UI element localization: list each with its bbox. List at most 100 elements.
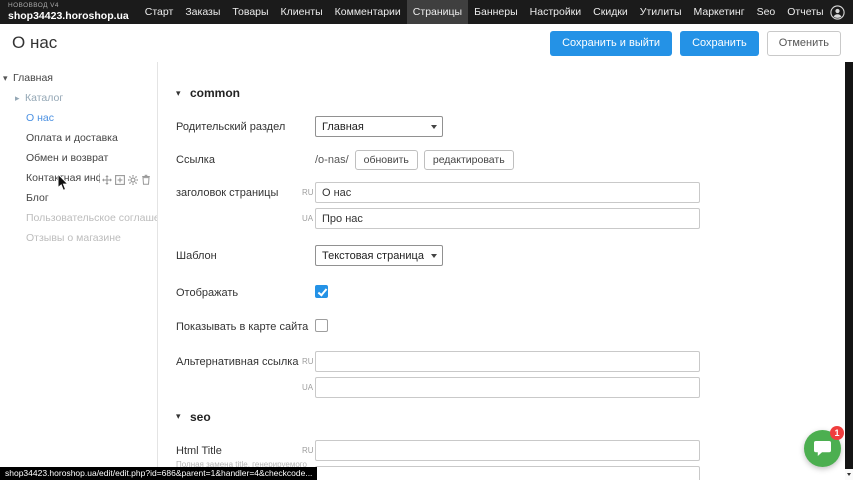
sidebar-item[interactable]: ▸Каталог [0,88,157,108]
link-row: Ссылка /o-nas/ обновить редактировать [176,149,845,170]
template-row: Шаблон Текстовая страница [176,245,845,266]
template-select[interactable]: Текстовая страница [315,245,443,266]
page-header: О нас Сохранить и выйти Сохранить Отмени… [0,24,853,62]
template-controls: Текстовая страница [315,245,443,266]
alt-link-controls: RU UA [315,351,700,398]
topmenu-item[interactable]: Товары [226,0,274,24]
lang-ua-label: UA [302,383,313,392]
alt-link-label: Альтернативная ссылка [176,351,315,369]
page-title-ru-input[interactable] [315,182,700,203]
content: ▾Главная▸КаталогО насОплата и доставкаОб… [0,62,845,480]
topmenu-item[interactable]: Заказы [179,0,226,24]
topmenu-item[interactable]: Отчеты [781,0,829,24]
sidebar-item-label: О нас [26,112,54,124]
html-title-label-text: Html Title [176,444,315,458]
lang-row-ru: RU [315,440,700,461]
link-refresh-button[interactable]: обновить [355,150,418,170]
lang-row-ua: UA [315,377,700,398]
sidebar-item-label: Каталог [25,92,63,104]
link-value: /o-nas/ [315,154,349,166]
section-seo-header[interactable]: ▾ seo [176,410,845,424]
caret-right-icon[interactable]: ▸ [15,88,25,108]
page-title-row: заголовок страницы RU UA [176,182,845,229]
html-title-controls: RU UA [315,440,700,480]
topbar-icons [830,5,853,20]
parent-section-controls: Главная [315,116,443,137]
section-common-header[interactable]: ▾ common [176,86,845,100]
section-common-title: common [190,86,240,100]
trash-icon[interactable] [141,174,151,185]
html-title-ua-input[interactable] [315,466,700,480]
lang-ru-label: RU [302,357,314,366]
sidebar-item-label: Главная [13,72,53,84]
topmenu-item[interactable]: Скидки [587,0,634,24]
topmenu-item[interactable]: Клиенты [275,0,329,24]
topmenu-item[interactable]: Маркетинг [688,0,751,24]
save-button[interactable]: Сохранить [680,31,759,56]
sitemap-controls [315,316,328,332]
account-icon[interactable] [830,5,845,20]
sidebar-item[interactable]: Блог [0,188,157,208]
topmenu-item[interactable]: Настройки [524,0,588,24]
sidebar-item-label: Обмен и возврат [26,152,108,164]
lang-row-ru: RU [315,182,700,203]
move-icon[interactable] [102,175,112,185]
topmenu-item[interactable]: Утилиты [634,0,688,24]
link-label: Ссылка [176,149,315,167]
topmenu-item[interactable]: Seo [751,0,782,24]
page-title: О нас [12,33,57,53]
sidebar-item[interactable]: Отзывы о магазине [0,228,157,248]
cancel-button[interactable]: Отменить [767,31,841,56]
topmenu-item[interactable]: Страницы [407,0,468,24]
alt-link-ru-input[interactable] [315,351,700,372]
page-title-ua-input[interactable] [315,208,700,229]
page-edit-form: ▾ common Родительский раздел Главная Ссы… [158,62,845,480]
alt-link-ua-input[interactable] [315,377,700,398]
parent-section-label: Родительский раздел [176,116,315,134]
sidebar-item-actions [100,172,151,187]
topmenu-item[interactable]: Комментарии [329,0,407,24]
display-checkbox[interactable] [315,285,328,298]
collapse-icon: ▾ [176,88,190,99]
link-edit-button[interactable]: редактировать [424,150,514,170]
sidebar-item[interactable]: ▾Главная [0,68,157,88]
topmenu-item[interactable]: Баннеры [468,0,524,24]
gear-icon[interactable] [128,175,138,185]
lang-ru-label: RU [302,188,314,197]
save-exit-button[interactable]: Сохранить и выйти [550,31,672,56]
alt-link-row: Альтернативная ссылка RU UA [176,351,845,398]
template-label: Шаблон [176,245,315,263]
pages-tree: ▾Главная▸КаталогО насОплата и доставкаОб… [0,68,157,248]
add-icon[interactable] [115,175,125,185]
brand[interactable]: НОВОВВОД V4 shop34423.horoshop.ua [0,3,139,21]
caret-down-icon[interactable]: ▾ [3,68,13,88]
page-title-label: заголовок страницы [176,182,315,200]
html-title-label: Html Title Полная замена title, генериру… [176,440,315,470]
collapse-icon: ▾ [176,411,190,422]
scrollbar[interactable] [845,62,853,480]
lang-row-ua: UA [315,466,700,480]
sidebar-item[interactable]: Пользовательское соглашение [0,208,157,228]
lang-ru-label: RU [302,446,314,455]
sidebar-item[interactable]: Обмен и возврат [0,148,157,168]
chat-button[interactable]: 1 [804,430,841,467]
sitemap-row: Показывать в карте сайта [176,316,845,334]
sidebar-item[interactable]: Оплата и доставка [0,128,157,148]
topmenu-item[interactable]: Старт [139,0,180,24]
pages-tree-sidebar: ▾Главная▸КаталогО насОплата и доставкаОб… [0,62,158,480]
parent-section-select[interactable]: Главная [315,116,443,137]
sitemap-label: Показывать в карте сайта [176,316,315,334]
link-controls: /o-nas/ обновить редактировать [315,149,514,170]
page-title-controls: RU UA [315,182,700,229]
sidebar-item-label: Блог [26,192,49,204]
parent-section-value: Главная [322,121,364,133]
scroll-down-button[interactable] [845,469,853,480]
section-seo-title: seo [190,410,211,424]
sitemap-checkbox[interactable] [315,319,328,332]
lang-ua-label: UA [302,214,313,223]
html-title-ru-input[interactable] [315,440,700,461]
topbar: НОВОВВОД V4 shop34423.horoshop.ua СтартЗ… [0,0,853,24]
sidebar-item-label: Пользовательское соглашение [26,212,157,224]
app-window: НОВОВВОД V4 shop34423.horoshop.ua СтартЗ… [0,0,853,480]
sidebar-item[interactable]: О нас [0,108,157,128]
